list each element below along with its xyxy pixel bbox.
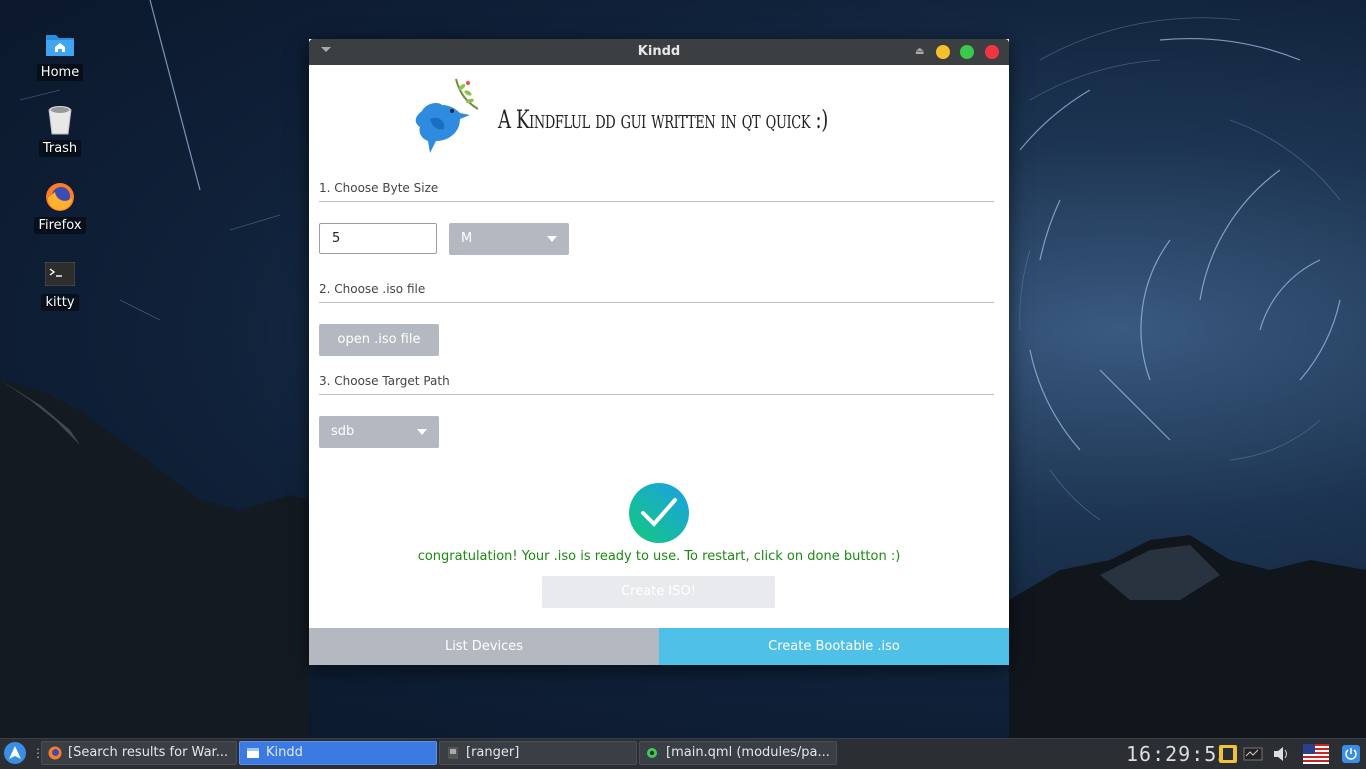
section-divider bbox=[319, 201, 994, 202]
create-iso-button[interactable]: Create ISO! bbox=[542, 576, 775, 608]
desktop-icon-label: Trash bbox=[38, 140, 82, 157]
desktop-icon-firefox[interactable]: Firefox bbox=[28, 181, 92, 234]
byte-unit-select[interactable]: M bbox=[449, 223, 569, 255]
desktop-icon-trash[interactable]: Trash bbox=[28, 104, 92, 157]
window-icon bbox=[247, 748, 259, 758]
section-iso-file-label: 2. Choose .iso file bbox=[319, 282, 426, 296]
success-check-icon bbox=[629, 483, 689, 543]
qt-creator-icon bbox=[647, 748, 657, 758]
task-kindd[interactable]: Kindd bbox=[239, 741, 437, 765]
app-header: A Kindflul dd gui written in qt quick :) bbox=[412, 75, 832, 161]
desktop-icon-home[interactable]: Home bbox=[28, 28, 92, 81]
desktop-icon-label: Firefox bbox=[34, 217, 86, 234]
firefox-icon bbox=[48, 746, 62, 760]
terminal-icon bbox=[448, 747, 458, 759]
list-devices-button[interactable]: List Devices bbox=[309, 628, 659, 665]
desktop-icon-kitty[interactable]: kitty bbox=[28, 258, 92, 311]
byte-size-input[interactable]: 5 bbox=[319, 223, 437, 254]
home-folder-icon bbox=[44, 28, 76, 60]
taskbar: ⋮ [Search results for War... Kindd [rang… bbox=[0, 738, 1366, 769]
open-iso-button[interactable]: open .iso file bbox=[319, 324, 439, 356]
arch-logo-icon bbox=[9, 746, 21, 759]
system-monitor-icon[interactable] bbox=[1243, 744, 1263, 764]
kindd-window: Kindd ⏏ A Kindflul dd gui written in qt … bbox=[309, 39, 1009, 665]
shutdown-icon[interactable] bbox=[1341, 744, 1361, 764]
clock[interactable]: 16:29:55 bbox=[1126, 742, 1230, 766]
task-ranger[interactable]: [ranger] bbox=[439, 741, 637, 765]
shade-icon[interactable]: ⏏ bbox=[915, 46, 924, 57]
chevron-down-icon bbox=[547, 236, 557, 242]
keyboard-layout-flag-icon[interactable] bbox=[1303, 744, 1329, 764]
terminal-icon bbox=[44, 258, 76, 290]
target-device-value: sdb bbox=[331, 424, 355, 439]
maximize-button[interactable] bbox=[960, 45, 974, 59]
pamac-tray-icon[interactable] bbox=[1218, 744, 1238, 764]
close-button[interactable] bbox=[985, 45, 999, 59]
success-message: congratulation! Your .iso is ready to us… bbox=[417, 549, 901, 564]
minimize-button[interactable] bbox=[936, 45, 950, 59]
task-label: [Search results for War... bbox=[68, 745, 229, 760]
section-byte-size-label: 1. Choose Byte Size bbox=[319, 181, 439, 195]
task-label: [ranger] bbox=[466, 745, 520, 760]
trash-icon bbox=[44, 104, 76, 136]
task-firefox[interactable]: [Search results for War... bbox=[41, 741, 237, 765]
task-label: Kindd bbox=[266, 745, 303, 760]
create-bootable-button[interactable]: Create Bootable .iso bbox=[659, 628, 1009, 665]
bird-logo-icon bbox=[415, 78, 479, 153]
byte-unit-value: M bbox=[461, 231, 473, 246]
section-divider bbox=[319, 302, 994, 303]
window-titlebar[interactable]: Kindd ⏏ bbox=[309, 39, 1009, 65]
target-device-select[interactable]: sdb bbox=[319, 416, 439, 448]
desktop-icon-label: Home bbox=[36, 64, 84, 81]
bottom-action-bar: List Devices Create Bootable .iso bbox=[309, 628, 1009, 665]
volume-icon[interactable] bbox=[1271, 744, 1291, 764]
section-target-path-label: 3. Choose Target Path bbox=[319, 374, 450, 388]
window-title: Kindd bbox=[637, 44, 681, 59]
task-qt-creator[interactable]: [main.qml (modules/pa... bbox=[639, 741, 837, 765]
app-tagline: A Kindflul dd gui written in qt quick :) bbox=[498, 105, 828, 134]
task-label: [main.qml (modules/pa... bbox=[666, 745, 830, 760]
app-launcher-button[interactable] bbox=[4, 742, 26, 764]
firefox-icon bbox=[44, 181, 76, 213]
chevron-down-icon bbox=[417, 429, 427, 435]
desktop-icon-label: kitty bbox=[41, 294, 79, 311]
section-divider bbox=[319, 394, 994, 395]
